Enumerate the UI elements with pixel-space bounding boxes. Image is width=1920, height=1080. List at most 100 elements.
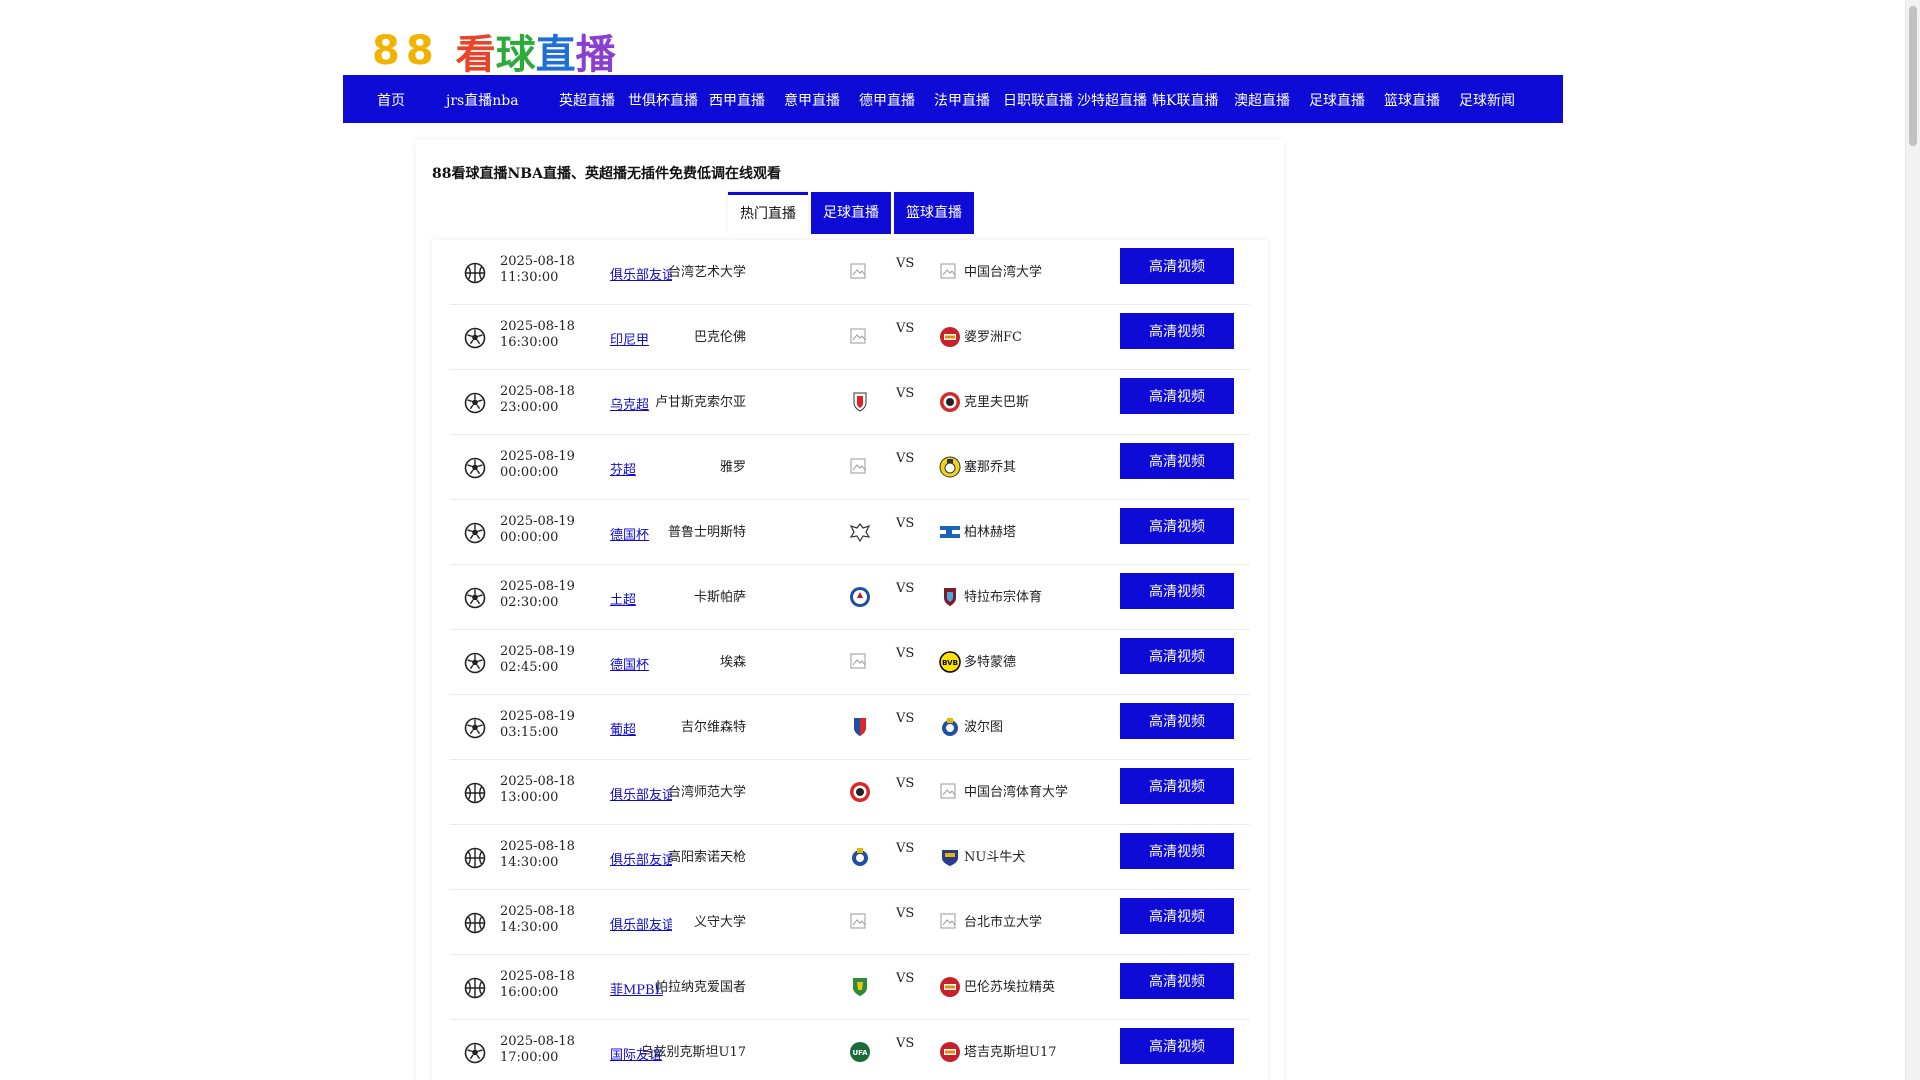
match-time: 2025-08-18 23:00:00 [500,384,575,416]
match-time: 2025-08-19 03:15:00 [500,709,575,741]
league-link[interactable]: 印尼甲 [610,329,649,348]
league-link[interactable]: 葡超 [610,719,636,738]
league-link[interactable]: 土超 [610,589,636,608]
nav-link[interactable]: 沙特超直播 [1077,90,1147,110]
away-team-logo-icon [938,845,962,869]
nav-link[interactable]: 篮球直播 [1384,90,1440,110]
nav-link[interactable]: 足球直播 [1309,90,1365,110]
nav-link[interactable]: 德甲直播 [859,90,915,110]
basketball-icon [464,262,486,284]
watch-hd-button[interactable]: 高清视频 [1120,963,1234,999]
home-team: 普鲁士明斯特 [667,525,746,540]
league-link[interactable]: 德国杯 [610,524,649,543]
nav-link[interactable]: 澳超直播 [1234,90,1290,110]
match-time: 2025-08-19 00:00:00 [500,514,575,546]
home-team-logo-icon [848,325,872,349]
nav-link[interactable]: 世俱杯直播 [628,90,698,110]
match-row: 2025-08-18 16:30:00 印尼甲 巴克伦佛 VS 婆罗洲FC 高清… [450,305,1250,370]
match-clock: 00:00:00 [500,465,559,480]
home-team-logo-icon [848,910,872,934]
match-row: 2025-08-18 13:00:00 俱乐部友谊 台湾师范大学 VS 中国台湾… [450,760,1250,825]
nav-link[interactable]: 法甲直播 [934,90,990,110]
watch-hd-button[interactable]: 高清视频 [1120,898,1234,934]
nav-link[interactable]: jrs直播nba [446,90,519,110]
watch-hd-button[interactable]: 高清视频 [1120,768,1234,804]
watch-hd-button[interactable]: 高清视频 [1120,573,1234,609]
vs-label: VS [896,906,915,921]
watch-hd-button[interactable]: 高清视频 [1120,1028,1234,1064]
watch-hd-button[interactable]: 高清视频 [1120,443,1234,479]
league-link[interactable]: 俱乐部友谊 [610,849,672,868]
vs-label: VS [896,256,915,271]
home-team-logo-icon [848,975,872,999]
football-icon [464,652,486,674]
football-icon [464,587,486,609]
nav-link[interactable]: 西甲直播 [709,90,765,110]
away-team: 多特蒙德 [964,655,1017,670]
match-clock: 02:30:00 [500,595,559,610]
nav-link[interactable]: 首页 [377,90,405,110]
away-team-logo-icon [938,780,962,804]
away-team-logo-icon [938,1040,962,1064]
basketball-icon [464,847,486,869]
nav-link[interactable]: 英超直播 [559,90,615,110]
nav-link[interactable]: 韩K联直播 [1152,90,1218,110]
nav-link[interactable]: 日职联直播 [1003,90,1073,110]
vs-label: VS [896,646,915,661]
home-team: 卢甘斯克索尔亚 [654,395,746,410]
football-icon [464,327,486,349]
match-date: 2025-08-18 [500,1034,575,1049]
match-time: 2025-08-18 13:00:00 [500,774,575,806]
tab-football[interactable]: 足球直播 [811,192,891,234]
home-team-logo-icon [848,520,872,544]
nav-link[interactable]: 足球新闻 [1459,90,1515,110]
watch-hd-button[interactable]: 高清视频 [1120,313,1234,349]
league-link[interactable]: 俱乐部友谊 [610,264,672,283]
logo-char: 球 [495,32,536,78]
tab-hot[interactable]: 热门直播 [728,192,808,234]
svg-text:BVB: BVB [942,659,958,667]
match-clock: 16:30:00 [500,335,559,350]
tab-basketball[interactable]: 篮球直播 [894,192,974,234]
watch-hd-button[interactable]: 高清视频 [1120,703,1234,739]
vs-label: VS [896,321,915,336]
watch-hd-button[interactable]: 高清视频 [1120,508,1234,544]
site-logo[interactable]: 88 看球直播 [372,28,616,78]
away-team: 塔吉克斯坦U17 [964,1045,1057,1060]
scrollbar[interactable] [1905,0,1920,1080]
away-team: 特拉布宗体育 [964,590,1043,605]
league-link[interactable]: 乌克超 [610,394,649,413]
league-link[interactable]: 芬超 [610,459,636,478]
match-clock: 14:30:00 [500,920,559,935]
football-icon [464,1042,486,1064]
match-date: 2025-08-18 [500,839,575,854]
away-team-logo-icon [938,455,962,479]
match-clock: 02:45:00 [500,660,559,675]
watch-hd-button[interactable]: 高清视频 [1120,833,1234,869]
vs-label: VS [896,581,915,596]
watch-hd-button[interactable]: 高清视频 [1120,378,1234,414]
svg-text:UFA: UFA [852,1049,868,1057]
football-icon [464,392,486,414]
home-team-logo-icon [848,390,872,414]
scrollbar-thumb[interactable] [1909,6,1917,146]
match-clock: 00:00:00 [500,530,559,545]
nav-link[interactable]: 意甲直播 [784,90,840,110]
match-clock: 23:00:00 [500,400,559,415]
match-time: 2025-08-18 16:30:00 [500,319,575,351]
league-link[interactable]: 俱乐部友谊 [610,784,672,803]
league-link[interactable]: 德国杯 [610,654,649,673]
home-team: 埃森 [719,655,746,670]
league-link[interactable]: 俱乐部友谊 [610,914,672,933]
home-team: 义守大学 [693,915,746,930]
vs-label: VS [896,451,915,466]
vs-label: VS [896,711,915,726]
watch-hd-button[interactable]: 高清视频 [1120,638,1234,674]
match-date: 2025-08-19 [500,514,575,529]
home-team-logo-icon [848,780,872,804]
away-team: 中国台湾大学 [964,265,1043,280]
watch-hd-button[interactable]: 高清视频 [1120,248,1234,284]
away-team-logo-icon [938,260,962,284]
match-date: 2025-08-18 [500,969,575,984]
home-team: 吉尔维森特 [680,720,746,735]
